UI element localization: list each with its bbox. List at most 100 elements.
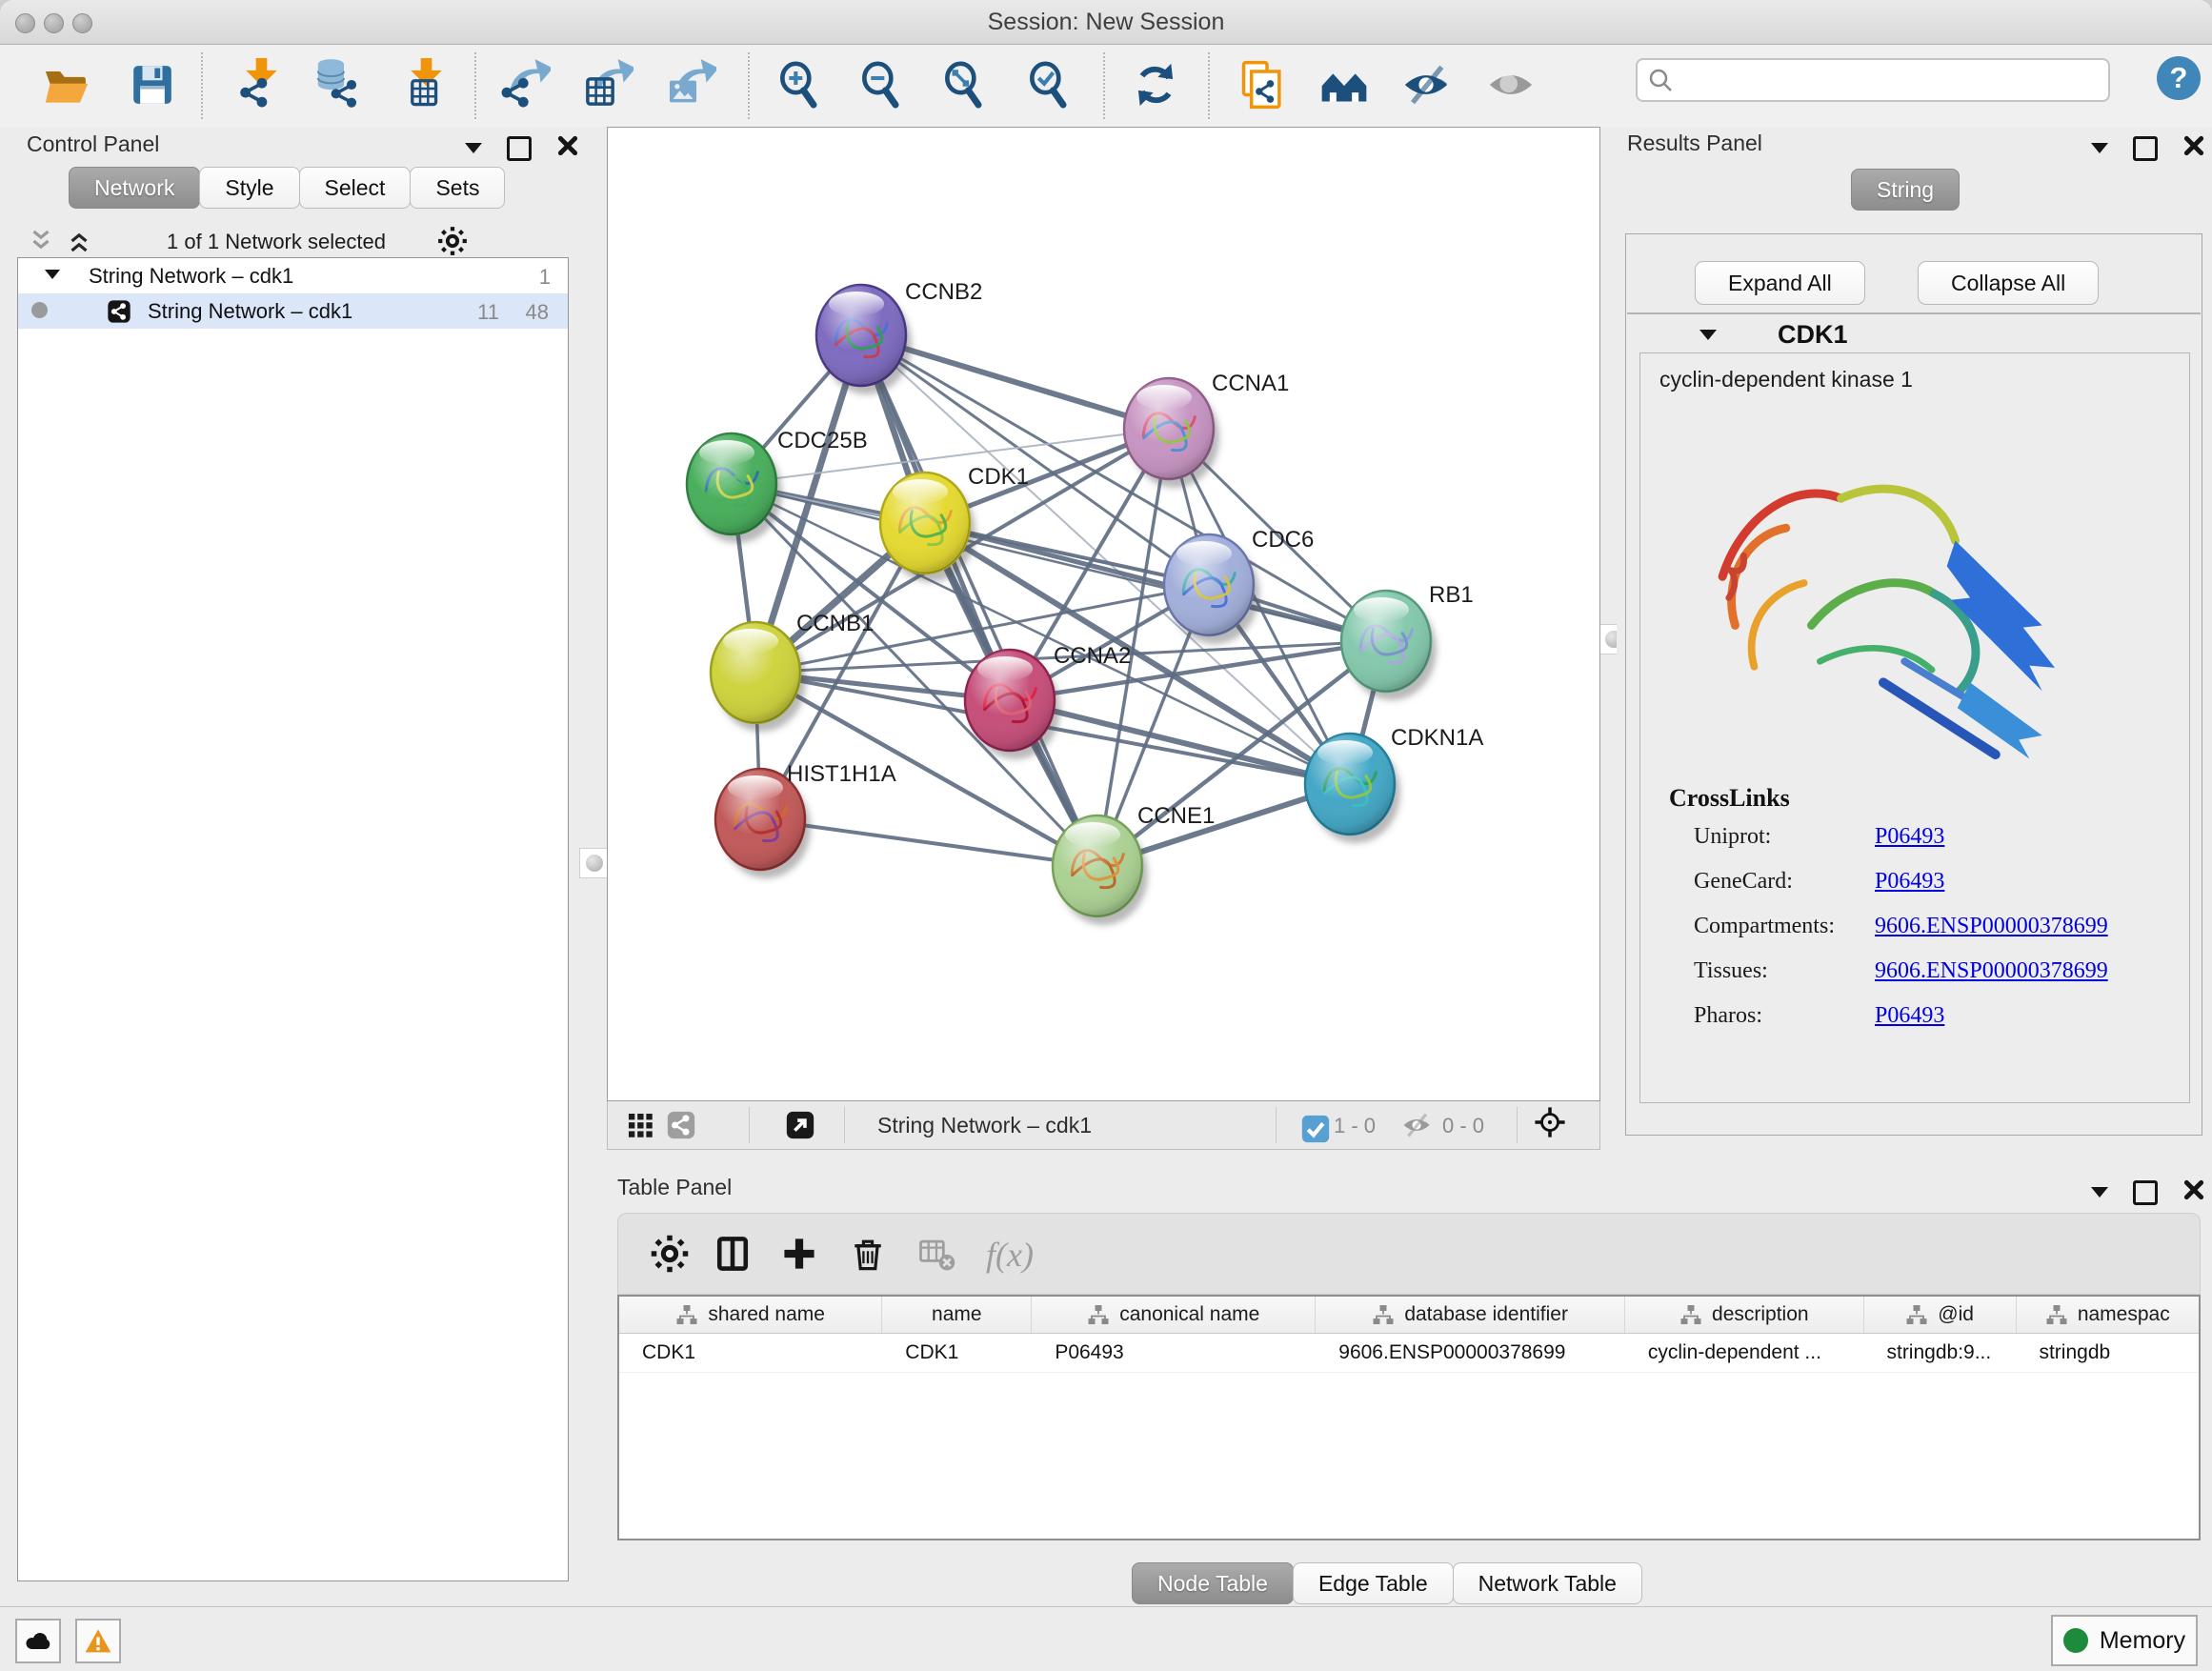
selected-checkbox-icon[interactable] — [1299, 1113, 1324, 1137]
column-header-name[interactable]: name — [882, 1297, 1032, 1333]
protein-collapse-icon[interactable] — [1699, 330, 1717, 340]
crosslink-link[interactable]: 9606.ENSP00000378699 — [1875, 914, 2108, 939]
export-table-icon[interactable] — [580, 58, 633, 111]
column-header-description[interactable]: description — [1625, 1297, 1864, 1333]
grid-view-icon[interactable] — [624, 1109, 656, 1141]
crosslink-link[interactable]: P06493 — [1875, 824, 1944, 850]
table-panel-float-icon[interactable] — [2133, 1180, 2158, 1205]
import-network-icon[interactable] — [231, 58, 285, 111]
delete-column-icon[interactable] — [847, 1233, 889, 1275]
network-node-CDKN1A[interactable] — [1305, 734, 1400, 843]
network-node-CCNA1[interactable] — [1124, 378, 1219, 488]
tab-string[interactable]: String — [1851, 169, 1960, 211]
selected-node-edge-counts: 1 - 0 — [1334, 1114, 1376, 1138]
import-network-from-database-icon[interactable] — [312, 58, 365, 111]
expand-all-button[interactable]: Expand All — [1695, 261, 1865, 305]
toolbar-separator — [1208, 52, 1210, 119]
zoom-selected-icon[interactable] — [1023, 58, 1076, 111]
save-session-icon[interactable] — [126, 58, 179, 111]
refresh-icon[interactable] — [1129, 58, 1182, 111]
collapse-all-button[interactable]: Collapse All — [1918, 261, 2099, 305]
crosslink-row: Compartments: 9606.ENSP00000378699 — [1694, 914, 2170, 939]
network-row[interactable]: String Network – cdk1 11 48 — [18, 293, 568, 329]
network-canvas[interactable]: CCNB2CCNA1CDC25BCDK1CDC6RB1CCNB1CCNA2CDK… — [607, 127, 1600, 1101]
network-node-CCNE1[interactable] — [1053, 815, 1148, 925]
crosslink-link[interactable]: P06493 — [1875, 1003, 1944, 1029]
show-columns-icon[interactable] — [712, 1233, 754, 1275]
export-network-icon[interactable] — [497, 58, 551, 111]
protein-structure-image[interactable] — [1693, 416, 2074, 769]
column-header-canonical-name[interactable]: canonical name — [1032, 1297, 1316, 1333]
collection-expand-icon[interactable] — [45, 270, 60, 279]
add-column-icon[interactable] — [778, 1233, 820, 1275]
control-panel-float-icon[interactable] — [507, 136, 532, 161]
column-header-shared-name[interactable]: shared name — [619, 1297, 882, 1333]
string-home-icon[interactable] — [1317, 58, 1371, 111]
network-edge-CDK1-RB1[interactable] — [925, 523, 1386, 641]
network-node-CDC25B[interactable] — [687, 433, 782, 543]
string-protein-query-icon[interactable] — [1234, 58, 1287, 111]
table-options-gear-icon[interactable] — [649, 1233, 691, 1275]
results-panel-float-icon[interactable] — [2133, 136, 2158, 161]
tab-network[interactable]: Network — [69, 167, 200, 209]
zoom-in-icon[interactable] — [774, 58, 827, 111]
table-panel-title: Table Panel — [617, 1175, 732, 1200]
birds-eye-view-icon[interactable] — [784, 1109, 816, 1141]
results-panel-menu-icon[interactable] — [2091, 143, 2108, 153]
warning-icon[interactable] — [75, 1619, 121, 1663]
crosslink-link[interactable]: P06493 — [1875, 869, 1944, 895]
zoom-out-icon[interactable] — [855, 58, 909, 111]
network-edge-HIST1H1A-CCNE1[interactable] — [760, 819, 1097, 866]
network-edge-CCNB2-CCNE1[interactable] — [861, 335, 1097, 866]
crosshair-icon[interactable] — [1534, 1106, 1572, 1144]
crosslink-row: GeneCard: P06493 — [1694, 869, 2170, 895]
tab-style[interactable]: Style — [199, 167, 299, 209]
import-table-icon[interactable] — [396, 58, 450, 111]
strip-separator — [1517, 1107, 1518, 1143]
network-node-RB1[interactable] — [1341, 591, 1437, 700]
tab-node-table[interactable]: Node Table — [1132, 1562, 1294, 1604]
expand-all-networks-icon[interactable] — [65, 227, 93, 255]
hide-selected-eye-slash-icon[interactable] — [1399, 58, 1453, 111]
network-view-icon[interactable] — [665, 1109, 697, 1141]
control-panel-close-icon[interactable] — [556, 134, 579, 162]
main-toolbar: ? — [0, 45, 2212, 128]
tab-network-table[interactable]: Network Table — [1453, 1562, 1642, 1604]
table-tabs: Node TableEdge TableNetwork Table — [1132, 1562, 1641, 1604]
left-splitter[interactable] — [581, 127, 607, 1150]
status-bar: Memory — [0, 1606, 2212, 1671]
help-icon[interactable]: ? — [2157, 56, 2201, 100]
search-input[interactable] — [1679, 63, 2102, 95]
network-options-gear-icon[interactable] — [436, 225, 469, 257]
collapse-all-networks-icon[interactable] — [27, 227, 55, 255]
open-session-icon[interactable] — [40, 58, 93, 111]
results-panel-title: Results Panel — [1627, 131, 1762, 156]
tab-edge-table[interactable]: Edge Table — [1293, 1562, 1454, 1604]
node-label-CDK1: CDK1 — [968, 464, 1029, 490]
crosslink-row: Tissues: 9606.ENSP00000378699 — [1694, 958, 2170, 984]
network-collection-row[interactable]: String Network – cdk1 1 — [18, 258, 568, 293]
crosslink-link[interactable]: 9606.ENSP00000378699 — [1875, 958, 2108, 984]
results-panel-close-icon[interactable] — [2182, 134, 2205, 162]
tab-sets[interactable]: Sets — [410, 167, 505, 209]
network-status-dot — [31, 302, 48, 318]
cloud-icon[interactable] — [15, 1619, 61, 1663]
left-splitter-handle[interactable] — [579, 848, 610, 878]
tab-select[interactable]: Select — [299, 167, 412, 209]
control-panel-title: Control Panel — [27, 131, 159, 157]
table-panel-menu-icon[interactable] — [2091, 1187, 2108, 1198]
crosslinks-heading: CrossLinks — [1669, 784, 1790, 813]
column-header-database-identifier[interactable]: database identifier — [1316, 1297, 1625, 1333]
column-header-namespace[interactable]: namespac — [2017, 1297, 2199, 1333]
table-row[interactable]: CDK1 CDK1 P06493 9606.ENSP00000378699 cy… — [619, 1334, 2199, 1373]
export-image-icon[interactable] — [663, 58, 716, 111]
zoom-fit-icon[interactable] — [938, 58, 992, 111]
control-panel-menu-icon[interactable] — [465, 143, 482, 153]
column-header-id[interactable]: @id — [1864, 1297, 2017, 1333]
node-label-CDKN1A: CDKN1A — [1391, 725, 1483, 751]
network-node-CDK1[interactable] — [880, 473, 975, 582]
network-node-CCNB2[interactable] — [816, 285, 912, 394]
table-panel-close-icon[interactable] — [2182, 1178, 2205, 1206]
memory-button[interactable]: Memory — [2051, 1615, 2198, 1666]
title-bar: Session: New Session — [0, 0, 2212, 45]
